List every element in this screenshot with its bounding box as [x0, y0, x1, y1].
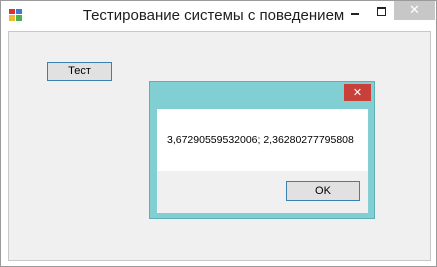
close-icon: ✕ [409, 3, 420, 18]
maximize-icon [377, 7, 386, 16]
close-icon: ✕ [352, 86, 363, 99]
minimize-button[interactable] [342, 1, 368, 21]
maximize-button[interactable] [368, 1, 394, 21]
dialog-message: 3,67290559532006; 2,36280277795808 [167, 134, 354, 146]
minimize-icon [351, 13, 359, 15]
title-bar[interactable]: Тестирование системы с поведением ✕ [1, 1, 436, 30]
close-button[interactable]: ✕ [394, 1, 435, 20]
ok-button[interactable]: OK [286, 181, 360, 201]
main-window: Тестирование системы с поведением ✕ Тест… [0, 0, 437, 267]
dialog-message-area: 3,67290559532006; 2,36280277795808 [157, 109, 368, 171]
dialog-body: 3,67290559532006; 2,36280277795808 OK [157, 109, 368, 213]
test-button[interactable]: Тест [47, 62, 112, 81]
message-box: ✕ 3,67290559532006; 2,36280277795808 OK [149, 81, 375, 219]
dialog-close-button[interactable]: ✕ [344, 84, 371, 101]
